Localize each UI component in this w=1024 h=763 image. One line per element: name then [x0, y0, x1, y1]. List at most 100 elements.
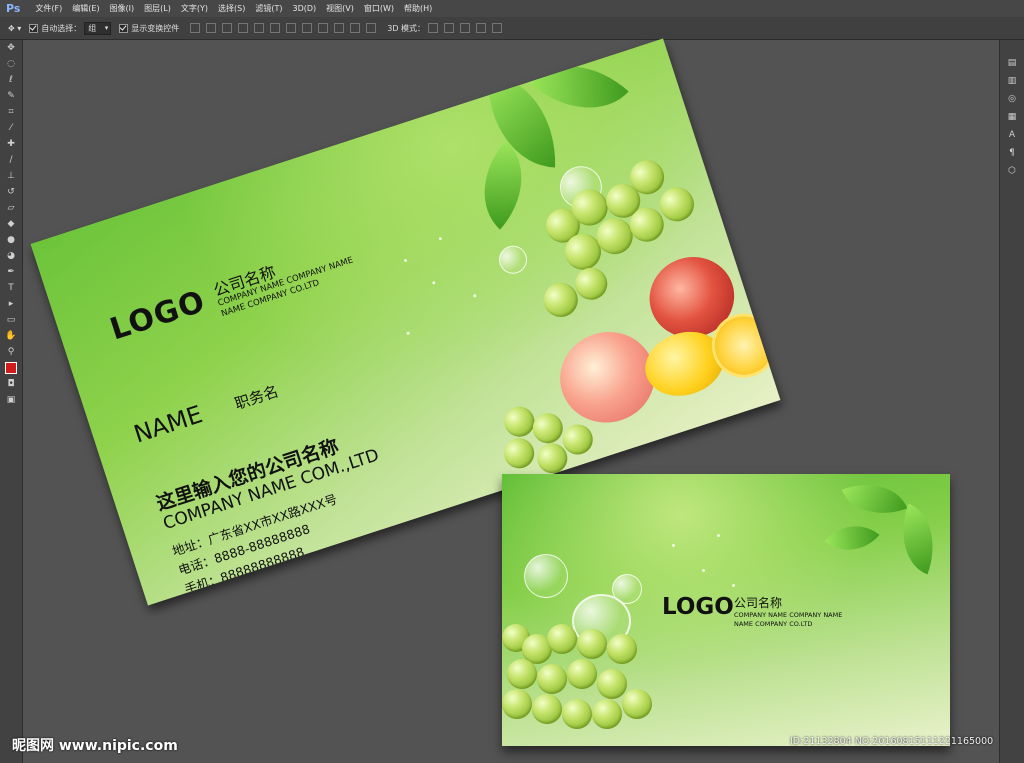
character-panel-icon[interactable]: A — [1000, 126, 1024, 144]
auto-select-dropdown[interactable]: 组 — [84, 21, 112, 35]
type-tool-icon[interactable]: T — [0, 280, 22, 296]
menu-window[interactable]: 窗口(W) — [359, 3, 399, 14]
history-brush-tool-icon[interactable]: ↺ — [0, 184, 22, 200]
business-card-back: LOGO 公司名称 COMPANY NAME COMPANY NAME NAME… — [502, 474, 950, 746]
quick-select-tool-icon[interactable]: ✎ — [0, 88, 22, 104]
company-name-cn: 公司名称 — [734, 596, 783, 610]
card-logo: LOGO — [105, 284, 210, 348]
crop-tool-icon[interactable]: ⌗ — [0, 104, 22, 120]
align-buttons — [187, 23, 379, 33]
grape-image — [567, 659, 597, 689]
pen-tool-icon[interactable]: ✒ — [0, 264, 22, 280]
3d-mode-label: 3D 模式： — [387, 23, 426, 33]
path-select-tool-icon[interactable]: ▸ — [0, 296, 22, 312]
color-swatch-icon[interactable] — [0, 360, 22, 376]
3d-panel-icon[interactable]: ⬡ — [1000, 162, 1024, 180]
menu-filter[interactable]: 滤镜(T) — [250, 3, 287, 14]
grape-image — [537, 664, 567, 694]
distribute-middle-icon[interactable] — [302, 23, 313, 33]
hand-tool-icon[interactable]: ✋ — [0, 328, 22, 344]
menu-image[interactable]: 图像(I) — [105, 3, 140, 14]
3d-pan-icon[interactable] — [460, 23, 471, 33]
3d-roll-icon[interactable] — [444, 23, 455, 33]
brush-tool-icon[interactable]: ∕ — [0, 152, 22, 168]
3d-rotate-icon[interactable] — [428, 23, 439, 33]
align-top-icon[interactable] — [190, 23, 201, 33]
job-title: 职务名 — [232, 382, 281, 414]
history-panel-icon[interactable]: ▤ — [1000, 54, 1024, 72]
align-right-icon[interactable] — [270, 23, 281, 33]
grape-image — [622, 689, 652, 719]
show-transform-label: 显示变换控件 — [131, 23, 180, 33]
paragraph-panel-icon[interactable]: ¶ — [1000, 144, 1024, 162]
adjustments-panel-icon[interactable]: ◎ — [1000, 90, 1024, 108]
menu-type[interactable]: 文字(Y) — [176, 3, 213, 14]
distribute-right-icon[interactable] — [366, 23, 377, 33]
image-id-tag: ID:21132804 NO:20160815111221165000 — [790, 736, 994, 747]
tools-panel: ✥ ◌ ℓ ✎ ⌗ ⁄ ✚ ∕ ⊥ ↺ ▱ ◆ ● ◕ ✒ T ▸ ▭ ✋ ⚲ … — [0, 40, 23, 763]
bubble-image — [495, 242, 531, 278]
distribute-center-icon[interactable] — [350, 23, 361, 33]
marquee-tool-icon[interactable]: ◌ — [0, 56, 22, 72]
grape-image — [500, 434, 539, 473]
menu-view[interactable]: 视图(V) — [321, 3, 359, 14]
lasso-tool-icon[interactable]: ℓ — [0, 72, 22, 88]
menu-bar: Ps 文件(F) 编辑(E) 图像(I) 图层(L) 文字(Y) 选择(S) 滤… — [0, 0, 1024, 18]
grape-image — [547, 624, 577, 654]
eraser-tool-icon[interactable]: ▱ — [0, 200, 22, 216]
menu-file[interactable]: 文件(F) — [30, 3, 67, 14]
paint-bucket-tool-icon[interactable]: ◆ — [0, 216, 22, 232]
bubble-image — [524, 554, 568, 598]
3d-slide-icon[interactable] — [476, 23, 487, 33]
menu-3d[interactable]: 3D(D) — [287, 4, 321, 13]
distribute-top-icon[interactable] — [286, 23, 297, 33]
auto-select-option[interactable]: 自动选择： 组 — [29, 21, 112, 35]
grape-image — [507, 659, 537, 689]
auto-select-checkbox[interactable] — [29, 23, 39, 33]
properties-panel-icon[interactable]: ▥ — [1000, 72, 1024, 90]
shape-tool-icon[interactable]: ▭ — [0, 312, 22, 328]
panel-dock: ▤ ▥ ◎ ▦ A ¶ ⬡ — [999, 40, 1024, 763]
move-tool-icon[interactable]: ✥ — [0, 40, 22, 56]
company-name-en-line2: NAME COMPANY CO.LTD — [734, 620, 813, 628]
grape-image — [532, 694, 562, 724]
nipic-watermark: 昵图网 www.nipic.com — [12, 738, 178, 754]
menu-layer[interactable]: 图层(L) — [139, 3, 176, 14]
grape-image — [502, 689, 532, 719]
grape-image — [597, 669, 627, 699]
grape-image — [562, 699, 592, 729]
align-left-icon[interactable] — [238, 23, 249, 33]
company-name-en-line1: COMPANY NAME COMPANY NAME — [734, 611, 843, 619]
menu-help[interactable]: 帮助(H) — [399, 3, 437, 14]
grape-image — [592, 699, 622, 729]
show-transform-checkbox[interactable] — [119, 23, 129, 33]
swatches-panel-icon[interactable]: ▦ — [1000, 108, 1024, 126]
align-middle-icon[interactable] — [206, 23, 217, 33]
leaf-image — [824, 510, 880, 566]
menu-select[interactable]: 选择(S) — [213, 3, 250, 14]
photoshop-logo-icon: Ps — [6, 2, 21, 15]
screen-mode-icon[interactable]: ▣ — [0, 392, 22, 408]
3d-scale-icon[interactable] — [492, 23, 503, 33]
align-bottom-icon[interactable] — [222, 23, 233, 33]
distribute-left-icon[interactable] — [334, 23, 345, 33]
grape-image — [577, 629, 607, 659]
eyedropper-tool-icon[interactable]: ⁄ — [0, 120, 22, 136]
blur-tool-icon[interactable]: ● — [0, 232, 22, 248]
align-center-icon[interactable] — [254, 23, 265, 33]
grape-image — [607, 634, 637, 664]
auto-select-label: 自动选择： — [41, 23, 82, 33]
options-bar: ✥ ▾ 自动选择： 组 显示变换控件 3D 模式： — [0, 17, 1024, 40]
move-tool-preset[interactable]: ✥ ▾ — [8, 24, 21, 33]
person-name: NAME — [130, 400, 206, 449]
card-logo: LOGO — [662, 594, 734, 620]
dodge-tool-icon[interactable]: ◕ — [0, 248, 22, 264]
healing-brush-tool-icon[interactable]: ✚ — [0, 136, 22, 152]
distribute-bottom-icon[interactable] — [318, 23, 329, 33]
quick-mask-icon[interactable]: ◘ — [0, 376, 22, 392]
menu-edit[interactable]: 编辑(E) — [67, 3, 104, 14]
clone-stamp-tool-icon[interactable]: ⊥ — [0, 168, 22, 184]
leaf-image — [841, 474, 908, 528]
show-transform-option[interactable]: 显示变换控件 — [119, 23, 179, 34]
zoom-tool-icon[interactable]: ⚲ — [0, 344, 22, 360]
